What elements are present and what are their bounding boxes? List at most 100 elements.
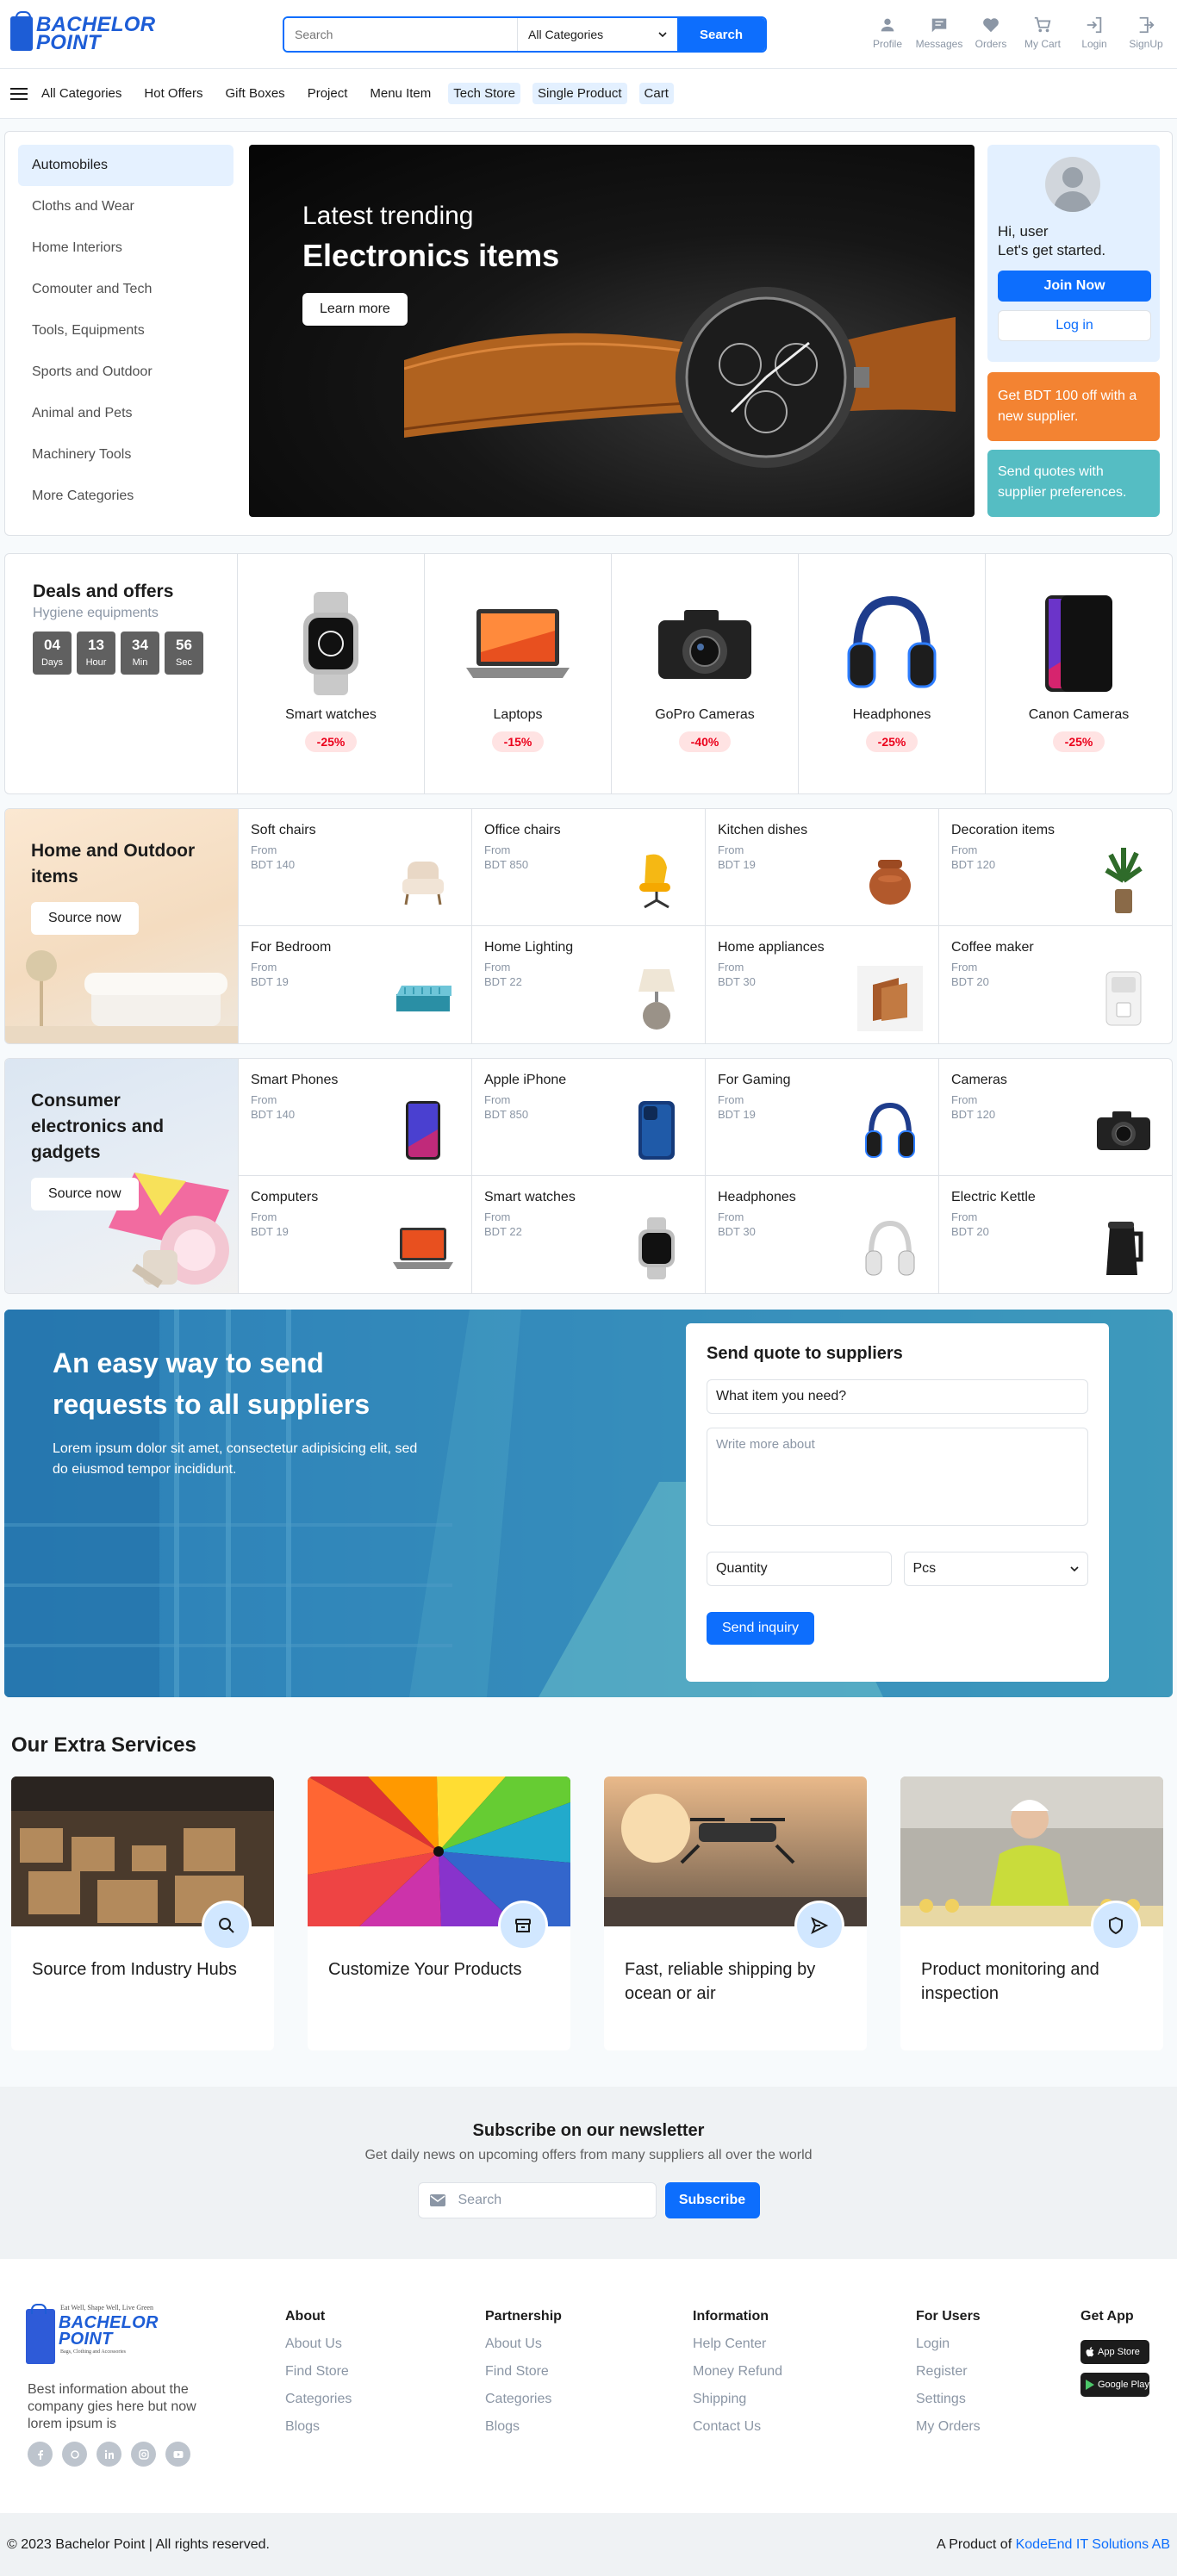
item-input[interactable]: What item you need? <box>707 1379 1088 1414</box>
nav-single-product[interactable]: Single Product <box>532 83 627 104</box>
app-store-badge[interactable]: App Store <box>1080 2340 1149 2364</box>
newsletter-email-input[interactable]: Search <box>417 2182 657 2218</box>
unit-select[interactable]: Pcs <box>903 1552 1088 1586</box>
deal-item[interactable]: Laptops -15% <box>425 554 612 793</box>
signup-action[interactable]: SignUp <box>1120 16 1172 50</box>
orders-action[interactable]: Orders <box>965 16 1017 50</box>
nav-tech-store[interactable]: Tech Store <box>448 83 520 104</box>
footer-link[interactable]: Shipping <box>693 2392 782 2419</box>
footer-link[interactable]: Categories <box>285 2392 352 2419</box>
nav-menu-item[interactable]: Menu Item <box>364 83 436 104</box>
profile-action[interactable]: Profile <box>862 16 913 50</box>
promo-send-quotes[interactable]: Send quotes with supplier preferences. <box>987 450 1160 517</box>
footer-link[interactable]: Register <box>916 2364 981 2392</box>
footer-link[interactable]: Login <box>916 2336 981 2364</box>
footer-logo[interactable]: Eat Well, Shape Well, Live Green BACHELO… <box>26 2304 159 2364</box>
search-input[interactable] <box>284 18 517 51</box>
source-now-button[interactable]: Source now <box>31 1178 139 1210</box>
deal-item[interactable]: Headphones -25% <box>799 554 986 793</box>
learn-more-button[interactable]: Learn more <box>302 293 408 326</box>
cell-name: Home Lighting <box>484 940 574 955</box>
footer-logo-line2: POINT <box>59 2330 113 2349</box>
cell-name: Coffee maker <box>951 940 1034 955</box>
footer-link[interactable]: About Us <box>285 2336 352 2364</box>
category-select[interactable]: All Categories <box>517 18 677 51</box>
category-more[interactable]: More Categories <box>18 476 234 517</box>
product-cell[interactable]: Office chairs From BDT 850 <box>471 809 705 926</box>
category-animals[interactable]: Animal and Pets <box>18 393 234 434</box>
mail-icon <box>429 2194 445 2206</box>
category-computer-tech[interactable]: Comouter and Tech <box>18 269 234 310</box>
nav-project[interactable]: Project <box>302 83 353 104</box>
join-now-button[interactable]: Join Now <box>998 271 1151 302</box>
send-inquiry-button[interactable]: Send inquiry <box>707 1612 814 1645</box>
phone-icon <box>1045 595 1112 692</box>
linkedin-icon[interactable] <box>97 2442 121 2467</box>
footer-link[interactable]: Help Center <box>693 2336 782 2364</box>
product-cell[interactable]: Home appliances From BDT 30 <box>705 926 938 1043</box>
nav-all-categories[interactable]: All Categories <box>36 83 127 104</box>
category-cloths[interactable]: Cloths and Wear <box>18 186 234 227</box>
product-cell[interactable]: Apple iPhone From BDT 850 <box>471 1059 705 1176</box>
quantity-input[interactable]: Quantity <box>707 1552 892 1586</box>
promo-supplier-discount[interactable]: Get BDT 100 off with a new supplier. <box>987 372 1160 441</box>
subscribe-button[interactable]: Subscribe <box>664 2182 760 2218</box>
footer-link[interactable]: Blogs <box>485 2419 562 2447</box>
service-card[interactable]: Customize Your Products <box>308 1776 570 2050</box>
category-sports[interactable]: Sports and Outdoor <box>18 352 234 393</box>
footer-link[interactable]: My Orders <box>916 2419 981 2447</box>
product-cell[interactable]: Cameras From BDT 120 <box>938 1059 1172 1176</box>
product-cell[interactable]: Home Lighting From BDT 22 <box>471 926 705 1043</box>
product-cell[interactable]: Soft chairs From BDT 140 <box>238 809 471 926</box>
footer-link[interactable]: Find Store <box>285 2364 352 2392</box>
youtube-icon[interactable] <box>165 2442 190 2467</box>
footer-link[interactable]: About Us <box>485 2336 562 2364</box>
deal-item[interactable]: Canon Cameras -25% <box>986 554 1172 793</box>
footer-link[interactable]: Money Refund <box>693 2364 782 2392</box>
source-now-button[interactable]: Source now <box>31 902 139 935</box>
product-cell[interactable]: Electric Kettle From BDT 20 <box>938 1176 1172 1293</box>
product-cell[interactable]: Decoration items From BDT 120 <box>938 809 1172 926</box>
nav-gift-boxes[interactable]: Gift Boxes <box>220 83 290 104</box>
google-play-badge[interactable]: Google Play <box>1080 2373 1149 2397</box>
menu-icon[interactable] <box>10 87 28 100</box>
nav-hot-offers[interactable]: Hot Offers <box>139 83 208 104</box>
instagram-icon[interactable] <box>131 2442 156 2467</box>
nav-cart[interactable]: Cart <box>638 83 674 104</box>
product-cell[interactable]: Smart watches From BDT 22 <box>471 1176 705 1293</box>
facebook-icon[interactable] <box>28 2442 53 2467</box>
footer-link[interactable]: Find Store <box>485 2364 562 2392</box>
footer-link[interactable]: Blogs <box>285 2419 352 2447</box>
category-automobiles[interactable]: Automobiles <box>18 145 234 186</box>
product-cell[interactable]: Computers From BDT 19 <box>238 1176 471 1293</box>
product-cell[interactable]: Kitchen dishes From BDT 19 <box>705 809 938 926</box>
product-cell[interactable]: For Bedroom From BDT 19 <box>238 926 471 1043</box>
cart-action[interactable]: My Cart <box>1017 16 1068 50</box>
product-cell[interactable]: Coffee maker From BDT 20 <box>938 926 1172 1043</box>
login-button[interactable]: Log in <box>998 310 1151 341</box>
product-cell[interactable]: For Gaming From BDT 19 <box>705 1059 938 1176</box>
company-link[interactable]: KodeEnd IT Solutions AB <box>1016 2537 1170 2552</box>
footer-link[interactable]: Settings <box>916 2392 981 2419</box>
logo[interactable]: BACHELOR POINT <box>10 11 155 53</box>
category-machinery[interactable]: Machinery Tools <box>18 434 234 476</box>
footer-link[interactable]: Contact Us <box>693 2419 782 2447</box>
service-card[interactable]: Product monitoring and inspection <box>900 1776 1163 2050</box>
search-button[interactable]: Search <box>677 18 765 51</box>
deal-item[interactable]: GoPro Cameras -40% <box>612 554 799 793</box>
product-cell[interactable]: Headphones From BDT 30 <box>705 1176 938 1293</box>
service-card[interactable]: Source from Industry Hubs <box>11 1776 274 2050</box>
footer-link[interactable]: Categories <box>485 2392 562 2419</box>
twitter-icon[interactable] <box>62 2442 87 2467</box>
product-cell[interactable]: Smart Phones From BDT 140 <box>238 1059 471 1176</box>
deal-item[interactable]: Smart watches -25% <box>238 554 425 793</box>
category-home-interiors[interactable]: Home Interiors <box>18 227 234 269</box>
login-action[interactable]: Login <box>1068 16 1120 50</box>
login-icon <box>1087 16 1102 34</box>
search-bar: All Categories Search <box>283 16 767 53</box>
details-textarea[interactable]: Write more about <box>707 1428 1088 1526</box>
messages-action[interactable]: Messages <box>913 16 965 50</box>
service-card[interactable]: Fast, reliable shipping by ocean or air <box>604 1776 867 2050</box>
category-tools[interactable]: Tools, Equipments <box>18 310 234 352</box>
copyright-bar: © 2023 Bachelor Point | All rights reser… <box>0 2513 1177 2576</box>
